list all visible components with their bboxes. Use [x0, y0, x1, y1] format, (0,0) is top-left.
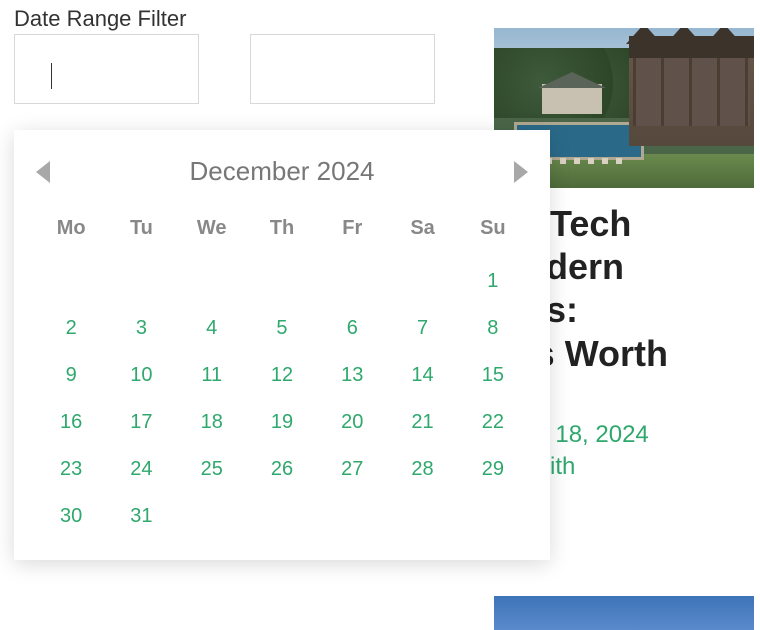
- weekday-header: Tu: [106, 209, 176, 258]
- calendar-day[interactable]: 12: [247, 352, 317, 399]
- calendar-day[interactable]: 24: [106, 446, 176, 493]
- calendar-day[interactable]: 10: [106, 352, 176, 399]
- calendar-day[interactable]: 17: [106, 399, 176, 446]
- calendar-day[interactable]: 4: [177, 305, 247, 352]
- calendar-empty-cell: [177, 258, 247, 305]
- calendar-day[interactable]: 1: [458, 258, 528, 305]
- calendar-empty-cell: [106, 258, 176, 305]
- weekday-header: Mo: [36, 209, 106, 258]
- calendar-empty-cell: [247, 493, 317, 540]
- calendar-day[interactable]: 7: [387, 305, 457, 352]
- calendar-empty-cell: [177, 493, 247, 540]
- calendar-day[interactable]: 26: [247, 446, 317, 493]
- calendar-day[interactable]: 5: [247, 305, 317, 352]
- datepicker-header: December 2024: [36, 156, 528, 187]
- prev-month-icon[interactable]: [36, 161, 50, 183]
- datepicker-popup: December 2024 MoTuWeThFrSaSu 12345678910…: [14, 130, 550, 560]
- calendar-day[interactable]: 31: [106, 493, 176, 540]
- next-month-icon[interactable]: [514, 161, 528, 183]
- calendar-day[interactable]: 20: [317, 399, 387, 446]
- weekday-header: Fr: [317, 209, 387, 258]
- calendar-empty-cell: [387, 493, 457, 540]
- calendar-empty-cell: [387, 258, 457, 305]
- calendar-empty-cell: [247, 258, 317, 305]
- calendar-day[interactable]: 18: [177, 399, 247, 446]
- calendar-day[interactable]: 22: [458, 399, 528, 446]
- calendar-day[interactable]: 13: [317, 352, 387, 399]
- calendar-day[interactable]: 29: [458, 446, 528, 493]
- calendar-grid: MoTuWeThFrSaSu 1234567891011121314151617…: [36, 209, 528, 540]
- weekday-header: We: [177, 209, 247, 258]
- calendar-day[interactable]: 30: [36, 493, 106, 540]
- weekday-header: Su: [458, 209, 528, 258]
- text-cursor: [51, 63, 52, 89]
- calendar-day[interactable]: 25: [177, 446, 247, 493]
- calendar-day[interactable]: 28: [387, 446, 457, 493]
- article-thumbnail-2: [494, 596, 754, 630]
- calendar-day[interactable]: 11: [177, 352, 247, 399]
- calendar-day[interactable]: 6: [317, 305, 387, 352]
- weekday-header: Sa: [387, 209, 457, 258]
- calendar-day[interactable]: 19: [247, 399, 317, 446]
- calendar-day[interactable]: 21: [387, 399, 457, 446]
- date-to-input[interactable]: [250, 34, 435, 104]
- calendar-day[interactable]: 14: [387, 352, 457, 399]
- calendar-day[interactable]: 3: [106, 305, 176, 352]
- calendar-day[interactable]: 16: [36, 399, 106, 446]
- date-from-input[interactable]: [14, 34, 199, 104]
- calendar-day[interactable]: 15: [458, 352, 528, 399]
- calendar-day[interactable]: 27: [317, 446, 387, 493]
- calendar-day[interactable]: 23: [36, 446, 106, 493]
- calendar-empty-cell: [36, 258, 106, 305]
- month-year-label: December 2024: [190, 156, 375, 187]
- calendar-day[interactable]: 9: [36, 352, 106, 399]
- calendar-empty-cell: [317, 493, 387, 540]
- calendar-empty-cell: [317, 258, 387, 305]
- weekday-header: Th: [247, 209, 317, 258]
- calendar-day[interactable]: 8: [458, 305, 528, 352]
- calendar-empty-cell: [458, 493, 528, 540]
- filter-label: Date Range Filter: [14, 6, 186, 32]
- calendar-day[interactable]: 2: [36, 305, 106, 352]
